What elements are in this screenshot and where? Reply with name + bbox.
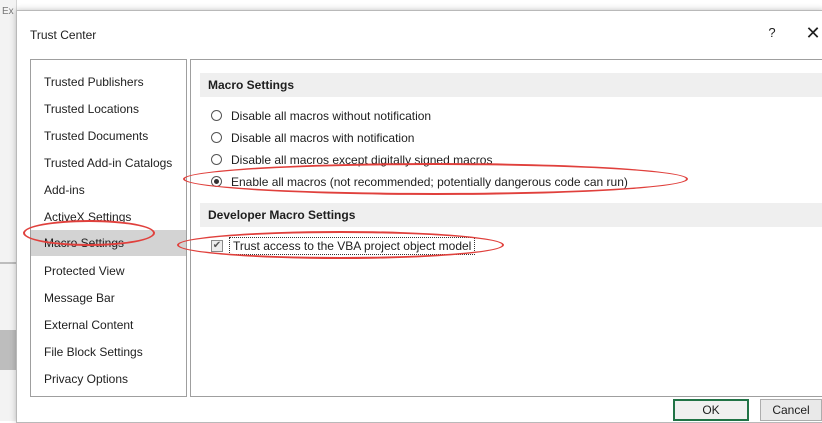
background-app-scrollbar: [0, 330, 16, 370]
radio-option-disable-with-notification[interactable]: Disable all macros with notification: [211, 129, 415, 147]
help-button[interactable]: ?: [764, 25, 780, 43]
sidebar-item-file-block-settings[interactable]: File Block Settings: [31, 339, 186, 365]
background-app-divider: [0, 262, 16, 264]
annotation-ellipse-enable-all-macros: [183, 163, 688, 195]
close-button[interactable]: ✕: [803, 21, 822, 45]
sidebar-item-privacy-options[interactable]: Privacy Options: [31, 366, 186, 392]
close-icon: ✕: [805, 23, 821, 43]
radio-button[interactable]: [211, 132, 222, 143]
annotation-ellipse-trust-vba: [177, 231, 504, 259]
sidebar-item-external-content[interactable]: External Content: [31, 312, 186, 338]
background-app-text: Ex: [2, 6, 14, 17]
dialog-title: Trust Center: [30, 28, 97, 42]
sidebar-item-trusted-add-in-catalogs[interactable]: Trusted Add-in Catalogs: [31, 150, 186, 176]
developer-macro-settings-header: Developer Macro Settings: [200, 203, 822, 227]
ok-button[interactable]: OK: [673, 399, 749, 421]
sidebar-item-message-bar[interactable]: Message Bar: [31, 285, 186, 311]
annotation-ellipse-macro-settings: [23, 220, 155, 246]
background-app-strip: Ex: [0, 0, 17, 421]
radio-option-disable-no-notification[interactable]: Disable all macros without notification: [211, 107, 432, 125]
option-label: Disable all macros without notification: [231, 109, 432, 123]
option-label: Disable all macros with notification: [231, 131, 415, 145]
macro-settings-header: Macro Settings: [200, 73, 822, 97]
sidebar-item-trusted-publishers[interactable]: Trusted Publishers: [31, 69, 186, 95]
sidebar-item-protected-view[interactable]: Protected View: [31, 258, 186, 284]
sidebar-item-trusted-locations[interactable]: Trusted Locations: [31, 96, 186, 122]
radio-button[interactable]: [211, 110, 222, 121]
title-bar: Trust Center ? ✕: [17, 11, 822, 53]
cancel-button[interactable]: Cancel: [760, 399, 822, 421]
trust-center-dialog: Trust Center ? ✕ Trusted Publishers Trus…: [16, 10, 822, 423]
sidebar-item-trusted-documents[interactable]: Trusted Documents: [31, 123, 186, 149]
content-pane: Macro Settings Disable all macros withou…: [190, 59, 822, 397]
radio-button[interactable]: [211, 154, 222, 165]
sidebar-item-add-ins[interactable]: Add-ins: [31, 177, 186, 203]
